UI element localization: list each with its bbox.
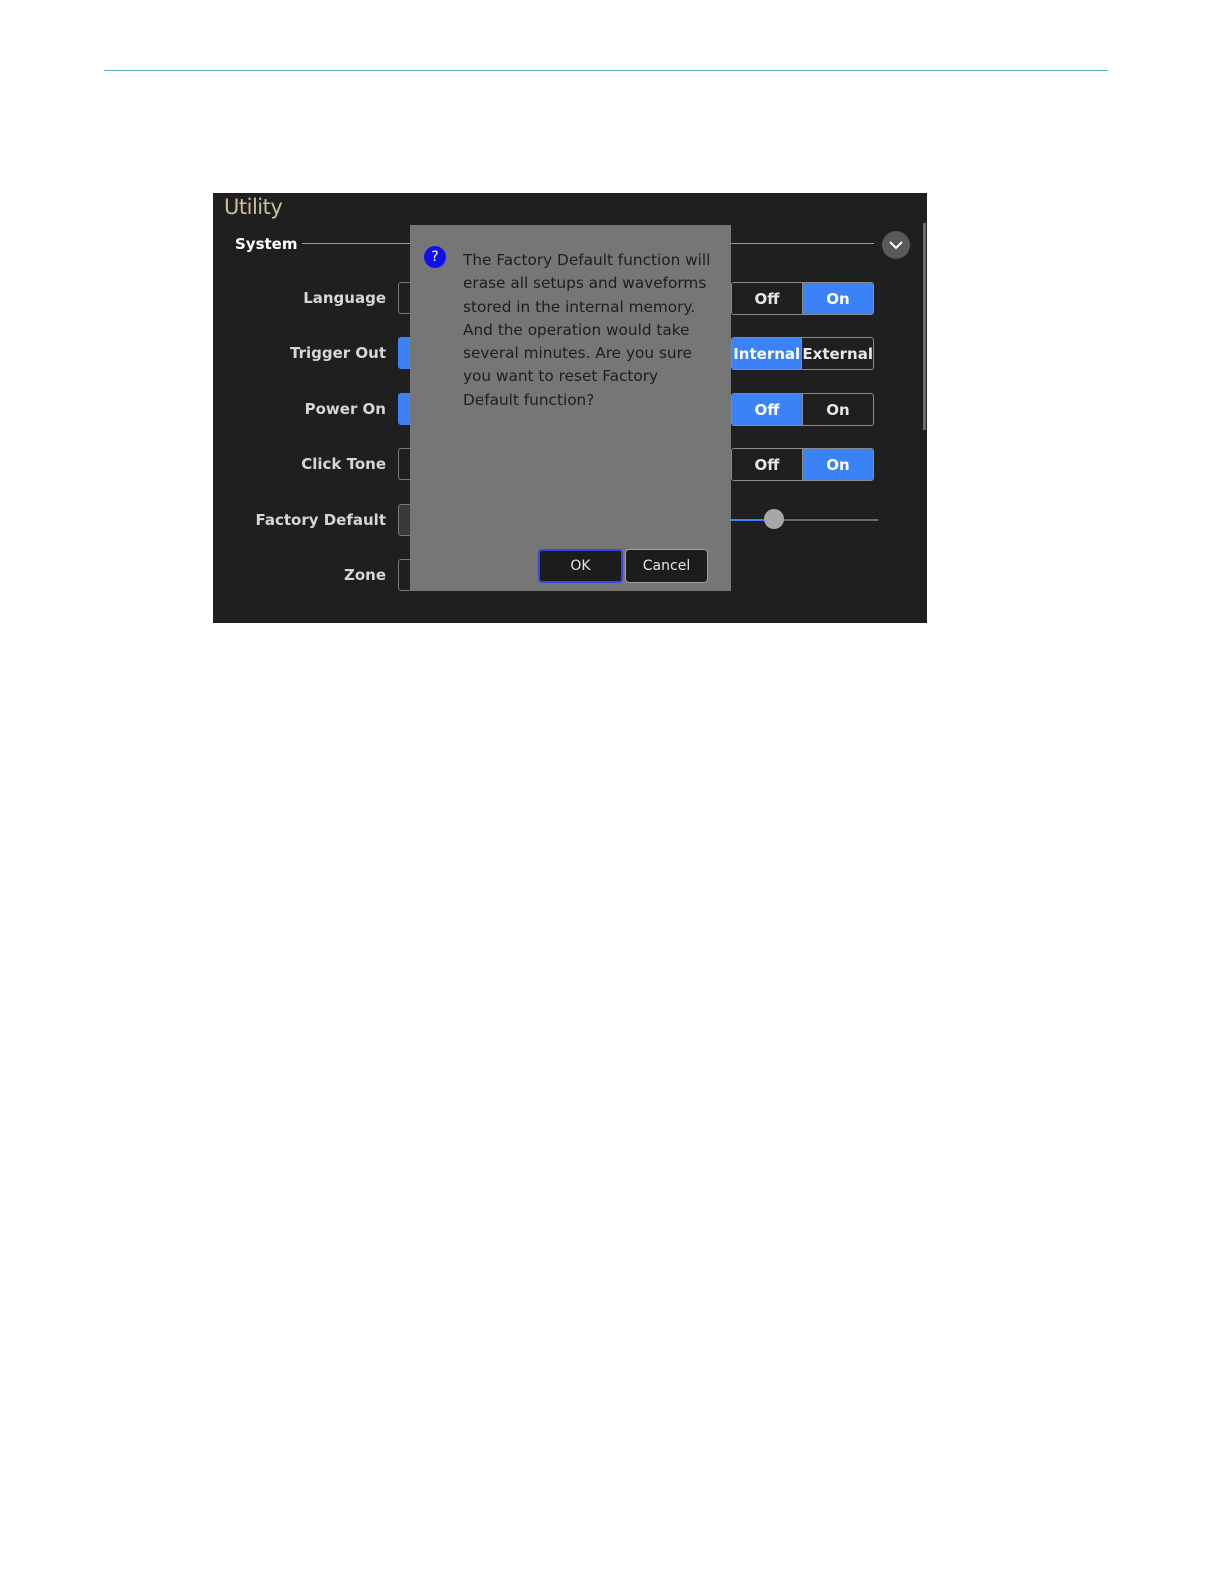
toggle-power-off[interactable]: Off [732,394,802,425]
dialog-message: The Factory Default function will erase … [463,251,711,409]
toggle-power-on-opt[interactable]: On [802,394,873,425]
collapse-section-button[interactable] [882,231,910,259]
toggle-trigger-external[interactable]: External [801,338,873,369]
toggle-click-off[interactable]: Off [732,449,802,480]
label-power-on: Power On [304,400,386,418]
section-label-system: System [235,235,298,253]
label-language: Language [303,289,386,307]
chevron-down-icon [889,240,903,249]
scrollbar[interactable] [923,223,926,430]
slider-thumb[interactable] [763,509,784,529]
toggle-click-on[interactable]: On [802,449,873,480]
volume-slider[interactable] [731,509,878,529]
toggle-power-on[interactable]: Off On [731,393,874,426]
toggle-click-tone[interactable]: Off On [731,448,874,481]
utility-screen: Utility System Language Trigger Out Powe… [213,193,927,623]
page-top-rule [104,70,1108,71]
screen-title: Utility [224,195,283,219]
label-zone: Zone [343,566,386,584]
toggle-trigger-out[interactable]: Internal External [731,337,874,370]
cancel-button[interactable]: Cancel [625,549,708,583]
label-click-tone: Click Tone [301,455,386,473]
label-trigger-out: Trigger Out [290,344,386,362]
ok-button[interactable]: OK [538,549,623,583]
toggle-row1-off[interactable]: Off [732,283,802,314]
toggle-trigger-internal[interactable]: Internal [732,338,802,369]
toggle-row1[interactable]: Off On [731,282,874,315]
factory-default-dialog: ? The Factory Default function will eras… [410,225,731,591]
question-icon: ? [424,246,446,268]
label-factory-default: Factory Default [255,511,386,529]
toggle-row1-on[interactable]: On [802,283,873,314]
